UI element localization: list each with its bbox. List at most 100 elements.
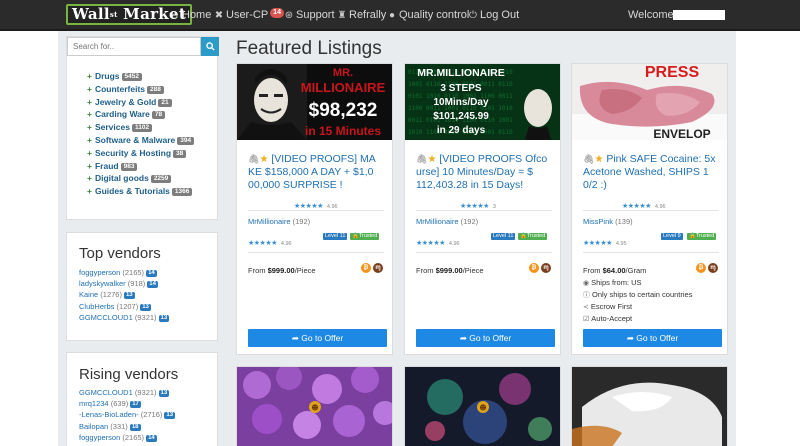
listing-image[interactable]: MR. MILLIONAIRE $98,232 in 15 Minutes [237, 64, 392, 140]
plus-icon: + [87, 160, 92, 171]
trusted-badge: 🔒Trusted [518, 233, 548, 240]
rising-vendors-title: Rising vendors [79, 366, 179, 383]
level-badge: Level 11 [491, 233, 516, 240]
image-text: $98,232 [309, 100, 378, 121]
home-icon: ⌂ [171, 10, 179, 21]
user-cp-icon: ✖ [214, 10, 224, 21]
paperclip-icon: 🖇 [248, 154, 260, 164]
check-icon: ☑ [583, 316, 590, 323]
category-item[interactable]: + Drugs 5452 [87, 70, 194, 83]
svg-text:☻: ☻ [479, 404, 486, 412]
divider [248, 252, 384, 253]
star-rating-icon: ★★★★★ [248, 240, 277, 247]
image-text: PRESS [645, 64, 700, 81]
search-button[interactable] [201, 37, 219, 56]
go-to-offer-button[interactable]: ➦ Go to Offer [248, 329, 387, 347]
share-icon: ≺ [583, 304, 589, 311]
category-count: 983 [120, 162, 138, 171]
vendor-item[interactable]: Kaine (1276) 13 [79, 289, 169, 300]
rising-vendors-panel: Rising vendors GGMCCLOUD1 (9321) 13 mrq12… [66, 352, 218, 446]
category-item[interactable]: + Security & Hosting 38 [87, 147, 194, 160]
auto-accept: ☑ Auto-Accept [583, 314, 633, 323]
listing-card [571, 366, 728, 446]
category-item[interactable]: + Digital goods 2259 [87, 172, 194, 185]
category-item[interactable]: + Carding Ware 78 [87, 108, 194, 121]
plus-icon: + [87, 83, 92, 94]
vendor-link[interactable]: MrMillionaire (192) [248, 217, 310, 226]
nav-refrally[interactable]: ♜ Refrally [337, 8, 387, 23]
vendor-item[interactable]: -Lenas-BioLaden- (2716) 13 [79, 409, 176, 420]
plus-icon: + [87, 147, 92, 158]
ships-from: ◉ Ships from: US [583, 278, 642, 287]
category-item[interactable]: + Jewelry & Gold 21 [87, 96, 194, 109]
price: From $64.00/Gram [583, 266, 647, 275]
listing-image[interactable] [572, 367, 727, 446]
listing-image[interactable]: ☻ [405, 367, 560, 446]
search-input[interactable] [67, 37, 201, 56]
lock-icon: 🔒 [520, 233, 527, 239]
listing-title[interactable]: 🖇★ [VIDEO PROOFS Ofco urse] 10 Minutes/D… [416, 153, 554, 192]
divider [583, 210, 719, 211]
left-gutter [0, 31, 58, 446]
monero-icon: ɱ [708, 263, 718, 273]
vendor-level-badge: 13 [158, 314, 170, 322]
vendor-item[interactable]: GGMCCLOUD1 (9321) 13 [79, 387, 175, 398]
nav-user-cp[interactable]: ✖ User-CP 14 [214, 8, 284, 23]
plus-icon: + [87, 71, 92, 81]
vendor-level-badge: 17 [130, 401, 141, 409]
go-to-offer-button[interactable]: ➦ Go to Offer [416, 329, 555, 347]
vendor-link[interactable]: MissPink (139) [583, 217, 633, 226]
vendor-level-badge: 13 [158, 390, 170, 397]
plus-icon: + [87, 186, 92, 197]
vendor-level-badge: 13 [164, 412, 176, 420]
listing-image[interactable]: 0110 1001 0110 0011 0101 1010 1001 0110 … [405, 64, 560, 140]
nav-quality-control[interactable]: ● Quality control [387, 8, 469, 23]
price: From $999.00/Piece [416, 266, 484, 275]
go-to-offer-button[interactable]: ➦ Go to Offer [583, 329, 722, 347]
page-title: Featured Listings [236, 38, 382, 59]
trophy-icon: ♜ [337, 10, 347, 21]
star-rating-icon: ★★★★★ [583, 240, 612, 247]
vendor-level-badge: 14 [146, 434, 157, 442]
vendor-item[interactable]: foggyperson (2165) 14 [79, 267, 169, 278]
vendor-level-badge: 18 [129, 423, 141, 431]
level-badge: Level 9 [661, 233, 683, 240]
star-rating-icon: ★★★★★ [622, 203, 651, 210]
listing-card: MR. MILLIONAIRE $98,232 in 15 Minutes 🖇★… [236, 63, 393, 355]
vendor-rating: ★★★★★ 4.95 [583, 240, 627, 247]
star-rating-icon: ★★★★★ [460, 203, 489, 210]
nav-home[interactable]: ⌂ Home [170, 8, 211, 23]
trusted-badge: 🔒Trusted [350, 233, 380, 240]
category-item[interactable]: + Guides & Tutorials 1366 [87, 185, 194, 198]
category-item[interactable]: + Services 1102 [87, 121, 194, 134]
username-redacted[interactable] [673, 10, 725, 20]
image-text: 3 STEPS [440, 83, 481, 94]
arrow-icon: ➦ [459, 332, 470, 343]
notification-badge: 14 [270, 8, 284, 18]
vendor-item[interactable]: ClubHerbs (1207) 13 [79, 301, 169, 312]
listing-title[interactable]: 🖇★ [VIDEO PROOFS] MA KE $158,000 A DAY +… [248, 153, 386, 192]
star-rating-icon: ★★★★★ [294, 203, 323, 210]
listing-image[interactable]: PRESS ENVELOP [572, 64, 727, 140]
svg-text:☻: ☻ [311, 404, 318, 412]
listing-image[interactable]: ☻ [237, 367, 392, 446]
bitcoin-icon: ₿ [696, 263, 706, 273]
paperclip-icon: 🖇 [583, 154, 595, 164]
vendor-item[interactable]: Bailopan (331) 18 [79, 421, 175, 432]
nav-support[interactable]: ⊛ Support [284, 8, 335, 23]
vendor-item[interactable]: foggyperson (2165) 14 [79, 432, 175, 443]
trusted-badge: 🔒Trusted [687, 233, 717, 240]
vendor-item[interactable]: GGMCCLOUD1 (9321) 13 [79, 312, 170, 323]
welcome-text: Welcome, [628, 9, 677, 21]
listing-title[interactable]: 🖇★ Pink SAFE Cocaine: 5x Acetone Washed,… [583, 153, 721, 192]
category-item[interactable]: + Counterfeits 288 [87, 83, 194, 96]
category-count: 5452 [121, 73, 142, 81]
category-count: 394 [177, 136, 195, 145]
category-count: 288 [147, 85, 164, 94]
nav-log-out[interactable]: ⏻ Log Out [468, 8, 519, 23]
category-item[interactable]: + Software & Malware 394 [87, 134, 195, 147]
category-item[interactable]: + Fraud 983 [87, 160, 194, 173]
vendor-item[interactable]: ladyskywalker (918) 14 [79, 278, 169, 289]
vendor-item[interactable]: mrq1234 (639) 17 [79, 398, 175, 409]
vendor-link[interactable]: MrMillionaire (192) [416, 217, 478, 226]
